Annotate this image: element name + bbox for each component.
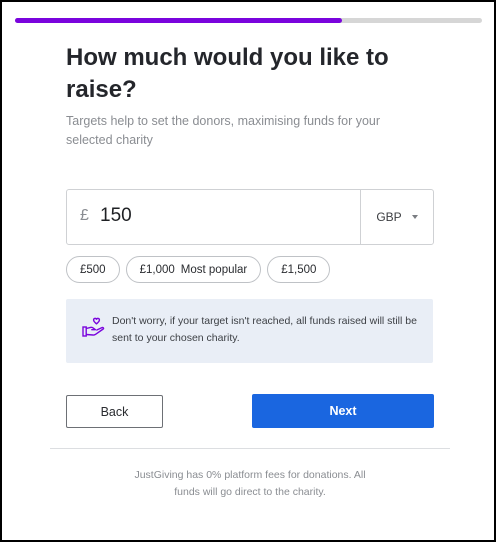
page-subtitle: Targets help to set the donors, maximisi… bbox=[66, 114, 381, 147]
progress-bar-fill bbox=[15, 18, 342, 23]
most-popular-tag: Most popular bbox=[180, 263, 248, 276]
preset-1000-chip[interactable]: £1,000 Most popular bbox=[125, 256, 262, 283]
preset-amount-label: £500 bbox=[80, 263, 106, 276]
currency-select[interactable]: GBP bbox=[360, 190, 433, 244]
info-notice-text: Don't worry, if your target isn't reache… bbox=[112, 315, 417, 344]
preset-amounts: £500 £1,000 Most popular £1,500 bbox=[66, 256, 331, 283]
hand-heart-icon bbox=[82, 317, 105, 337]
preset-500-chip[interactable]: £500 bbox=[66, 256, 120, 283]
currency-select-value: GBP bbox=[376, 210, 402, 224]
currency-symbol: £ bbox=[80, 207, 89, 224]
back-button[interactable]: Back bbox=[66, 395, 163, 428]
next-button[interactable]: Next bbox=[252, 394, 434, 428]
chevron-down-icon bbox=[411, 215, 418, 219]
amount-input[interactable] bbox=[100, 202, 340, 230]
info-notice: Don't worry, if your target isn't reache… bbox=[66, 299, 433, 363]
progress-bar bbox=[15, 18, 482, 23]
dialog-frame: How much would you like to raise? Target… bbox=[0, 0, 496, 542]
platform-fees-note: JustGiving has 0% platform fees for dona… bbox=[134, 469, 366, 498]
target-amount-field: £ GBP bbox=[66, 189, 434, 245]
divider bbox=[50, 448, 450, 449]
preset-amount-label: £1,000 bbox=[139, 263, 175, 276]
page-title: How much would you like to raise? bbox=[66, 44, 389, 103]
preset-amount-label: £1,500 bbox=[281, 263, 317, 276]
preset-1500-chip[interactable]: £1,500 bbox=[267, 256, 331, 283]
